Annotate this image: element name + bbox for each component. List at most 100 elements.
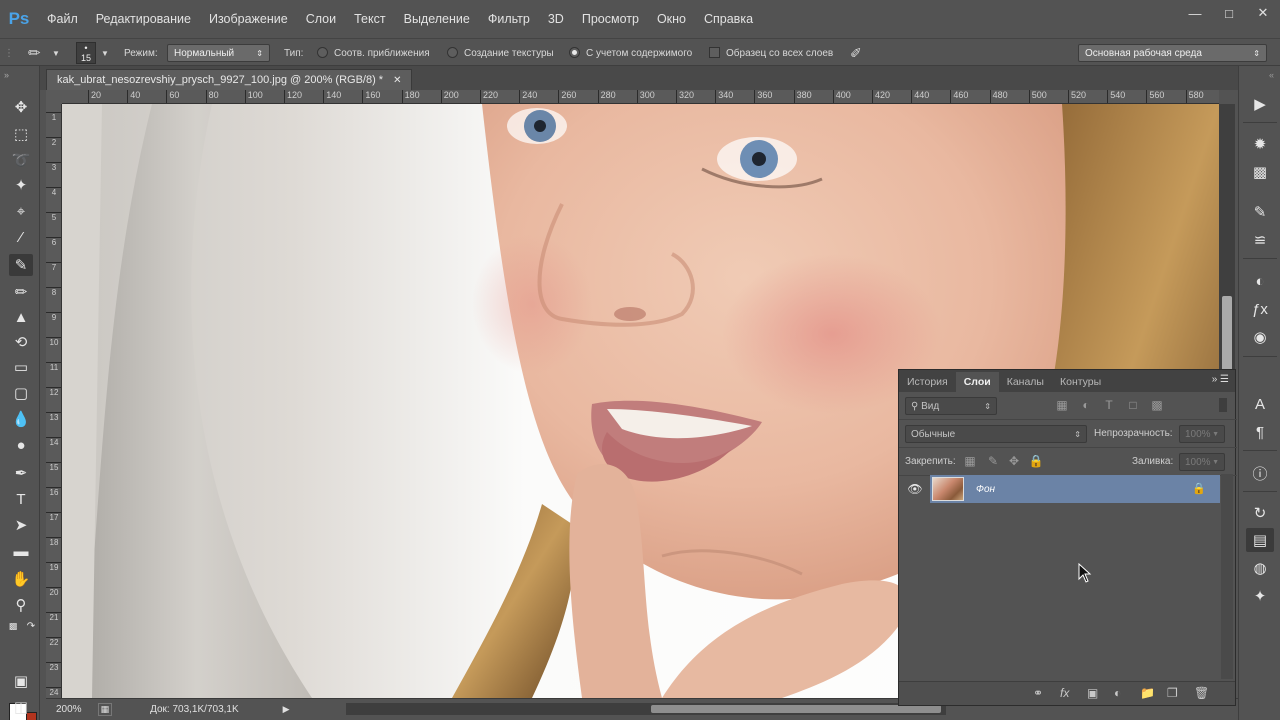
pen-tool-icon[interactable]: ✒: [9, 462, 33, 484]
spot-healing-brush-icon[interactable]: ✏: [28, 39, 41, 67]
vertical-ruler[interactable]: 1 2 3 4 5 6 7 8 9 10 11 12 13 14 15 16 17 18 19 20 21 22 23 24: [46, 104, 62, 698]
menu-3d[interactable]: 3D: [539, 0, 573, 38]
expand-panels-icon[interactable]: «: [1269, 70, 1274, 80]
minimize-icon[interactable]: —: [1178, 0, 1212, 26]
path-selection-tool-icon[interactable]: ➤: [9, 514, 33, 536]
menu-layer[interactable]: Слои: [297, 0, 345, 38]
panel-menu-icon[interactable]: » ☰: [1212, 374, 1229, 385]
adjustment-layer-icon[interactable]: ◐: [1114, 686, 1121, 700]
hand-tool-icon[interactable]: ✋: [9, 568, 33, 590]
move-tool-icon[interactable]: ✥: [9, 96, 33, 118]
history-icon[interactable]: ↻: [1246, 501, 1274, 525]
blend-mode-select[interactable]: Обычные ⇕: [905, 425, 1087, 443]
menu-window[interactable]: Окно: [648, 0, 695, 38]
layer-selected[interactable]: Фон 🔒: [930, 475, 1220, 503]
tab-channels[interactable]: Каналы: [999, 372, 1052, 392]
workspace-select[interactable]: Основная рабочая среда ⇕: [1078, 44, 1267, 62]
layer-style-fx-icon[interactable]: fx: [1060, 686, 1069, 700]
marquee-tool-icon[interactable]: ⬚: [9, 123, 33, 145]
paragraph-icon[interactable]: ¶: [1246, 420, 1274, 444]
lock-all-icon[interactable]: 🔒: [1029, 454, 1044, 468]
menu-type[interactable]: Текст: [345, 0, 394, 38]
close-icon[interactable]: ✕: [1246, 0, 1280, 26]
adjust-circle-icon[interactable]: ◐: [1246, 269, 1274, 293]
layers-scrollbar[interactable]: [1221, 474, 1233, 679]
menu-file[interactable]: Файл: [38, 0, 87, 38]
type-content-aware-radio[interactable]: [569, 47, 580, 58]
eraser-tool-icon[interactable]: ▭: [9, 356, 33, 378]
swap-colors-icon[interactable]: ↷: [24, 619, 38, 633]
tab-layers[interactable]: Слои: [955, 372, 999, 392]
link-layers-icon[interactable]: ⚭: [1033, 686, 1043, 700]
zoom-preview-icon[interactable]: ▦: [97, 703, 113, 716]
menu-filter[interactable]: Фильтр: [479, 0, 539, 38]
clone-stamp-tool-icon[interactable]: ▲: [9, 306, 33, 328]
lock-position-icon[interactable]: ✥: [1007, 454, 1021, 468]
mode-select[interactable]: Нормальный ⇕: [167, 44, 270, 62]
menu-view[interactable]: Просмотр: [573, 0, 648, 38]
scroll-thumb[interactable]: [651, 705, 941, 713]
collapse-icon[interactable]: »: [4, 70, 9, 80]
paths-icon[interactable]: ✦: [1246, 584, 1274, 608]
layer-name[interactable]: Фон: [976, 484, 995, 495]
visibility-eye-icon[interactable]: 👁: [900, 474, 930, 504]
spot-healing-brush-tool-icon[interactable]: ✎: [9, 254, 33, 276]
scroll-thumb[interactable]: [1222, 296, 1232, 376]
crop-tool-icon[interactable]: ⌖: [9, 200, 33, 222]
tab-history[interactable]: История: [899, 372, 956, 392]
info-icon[interactable]: ⓘ: [1246, 461, 1274, 485]
zoom-level[interactable]: 200%: [56, 704, 82, 715]
add-mask-icon[interactable]: ▣: [1087, 686, 1098, 700]
filter-smart-object-icon[interactable]: ▩: [1150, 398, 1164, 412]
properties-icon[interactable]: ✹: [1246, 132, 1274, 156]
zoom-tool-icon[interactable]: ⚲: [9, 594, 33, 616]
tool-preset-dropdown-icon[interactable]: ▼: [52, 39, 60, 67]
ruler-origin[interactable]: [46, 90, 62, 104]
styles-fx-icon[interactable]: ƒx: [1246, 297, 1274, 321]
histogram-icon[interactable]: ▩: [1246, 160, 1274, 184]
horizontal-ruler[interactable]: 20 40 60 80 100 120 140 160 180 200 220 240 260 280 30…: [62, 90, 1219, 104]
opacity-field[interactable]: 100% ▼: [1179, 425, 1225, 443]
layers-icon[interactable]: ▤: [1246, 528, 1274, 552]
brush-tool-icon[interactable]: ✏: [9, 281, 33, 303]
adjustments-icon[interactable]: ≌: [1246, 228, 1274, 252]
shape-tool-icon[interactable]: ▬: [9, 540, 33, 562]
screen-mode-icon[interactable]: ◫: [9, 696, 33, 718]
menu-edit[interactable]: Редактирование: [87, 0, 200, 38]
horizontal-scrollbar[interactable]: [346, 703, 946, 715]
new-layer-icon[interactable]: ❐: [1167, 686, 1178, 700]
sample-all-layers-checkbox[interactable]: [709, 47, 720, 58]
layer-row[interactable]: 👁 Фон 🔒: [900, 474, 1220, 504]
type-texture-radio[interactable]: [447, 47, 458, 58]
swatches-icon[interactable]: ◉: [1246, 325, 1274, 349]
brush-size-picker[interactable]: • 15: [76, 42, 96, 64]
type-tool-icon[interactable]: T: [9, 488, 33, 510]
filter-kind-select[interactable]: ⚲ Вид ⇕: [905, 397, 997, 415]
magic-wand-tool-icon[interactable]: ✦: [9, 174, 33, 196]
brushes-icon[interactable]: ✎: [1246, 200, 1274, 224]
character-icon[interactable]: A: [1246, 392, 1274, 416]
type-proximity-radio[interactable]: [317, 47, 328, 58]
filter-shape-icon[interactable]: □: [1126, 398, 1140, 412]
maximize-icon[interactable]: □: [1212, 0, 1246, 26]
close-tab-icon[interactable]: ✕: [393, 75, 401, 86]
default-colors-icon[interactable]: ▩: [6, 619, 20, 633]
eyedropper-tool-icon[interactable]: ⁄: [9, 226, 33, 248]
lock-image-icon[interactable]: ✎: [986, 454, 1000, 468]
dodge-tool-icon[interactable]: ●: [9, 434, 33, 456]
filter-toggle-icon[interactable]: [1219, 398, 1227, 412]
fill-field[interactable]: 100% ▼: [1179, 453, 1225, 471]
brush-dropdown-icon[interactable]: ▼: [101, 39, 109, 67]
delete-layer-icon[interactable]: 🗑: [1194, 686, 1209, 700]
history-brush-tool-icon[interactable]: ⟲: [9, 331, 33, 353]
status-menu-arrow-icon[interactable]: ▶: [283, 704, 290, 715]
quick-mask-icon[interactable]: ▣: [9, 670, 33, 692]
lock-transparent-icon[interactable]: ▦: [963, 454, 977, 468]
new-group-icon[interactable]: 📁: [1140, 686, 1155, 700]
play-actions-icon[interactable]: ▶: [1246, 92, 1274, 116]
menu-image[interactable]: Изображение: [200, 0, 297, 38]
tab-paths[interactable]: Контуры: [1052, 372, 1109, 392]
filter-type-icon[interactable]: T: [1102, 398, 1116, 412]
filter-adjustment-icon[interactable]: ◐: [1079, 398, 1093, 412]
blur-tool-icon[interactable]: 💧: [9, 408, 33, 430]
